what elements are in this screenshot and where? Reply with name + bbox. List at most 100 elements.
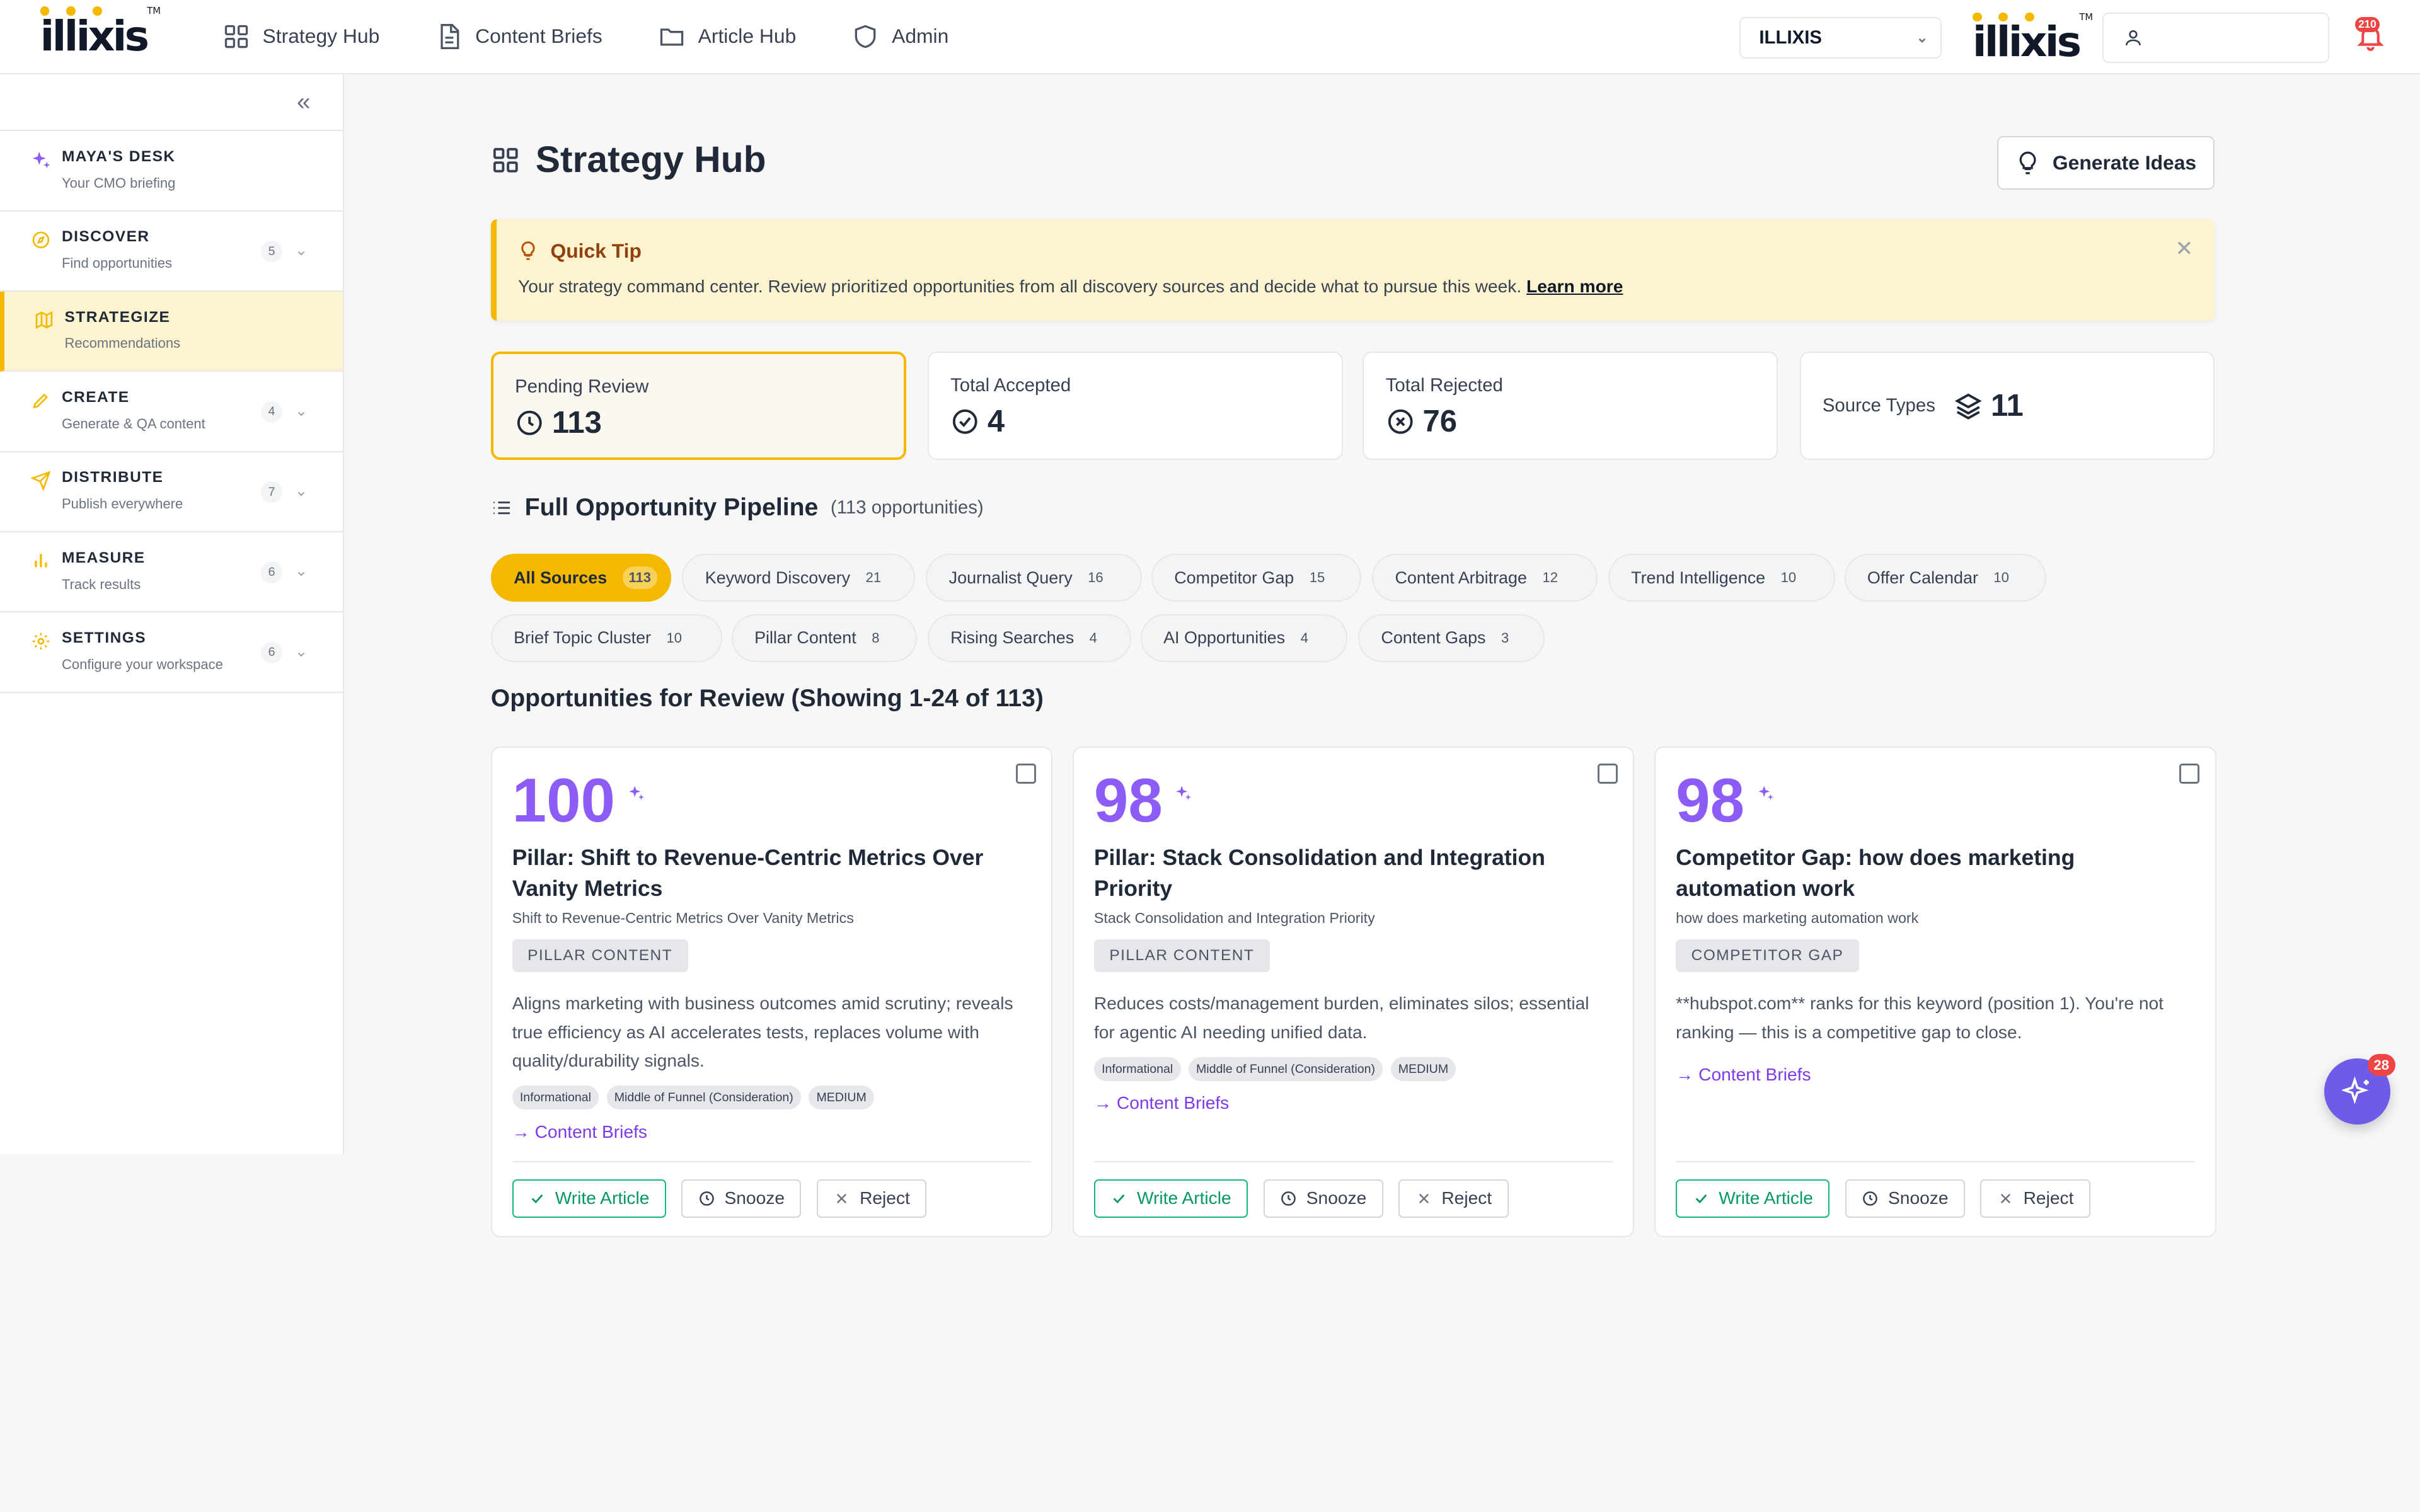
- sidebar-item-count: 6: [260, 561, 283, 583]
- sidebar-item-subtitle: Recommendations: [64, 335, 181, 352]
- learn-more-link[interactable]: Learn more: [1526, 277, 1623, 296]
- filter-chip[interactable]: Competitor Gap 15: [1151, 554, 1362, 602]
- opportunity-card: 98 Pillar: Stack Consolidation and Integ…: [1073, 747, 1635, 1238]
- chevron-down-icon[interactable]: ⌄: [295, 401, 308, 420]
- button-label: Write Article: [1719, 1188, 1813, 1208]
- chip-label: Content Arbitrage: [1395, 568, 1527, 587]
- content-briefs-link[interactable]: → Content Briefs: [1676, 1065, 2195, 1085]
- filter-chip-all-sources[interactable]: All Sources 113: [490, 554, 672, 602]
- sidebar-item-title: MEASURE: [61, 549, 146, 566]
- write-article-button[interactable]: Write Article: [1093, 1179, 1248, 1218]
- collapse-sidebar-button[interactable]: «: [0, 74, 343, 132]
- select-checkbox[interactable]: [1015, 763, 1036, 784]
- filter-chip[interactable]: Brief Topic Cluster 10: [490, 614, 723, 662]
- layers-icon: [1955, 393, 1982, 420]
- ai-assistant-button[interactable]: 28: [2324, 1053, 2395, 1125]
- snooze-button[interactable]: Snooze: [681, 1179, 802, 1218]
- sidebar-item-distribute[interactable]: DISTRIBUTE Publish everywhere 7 ⌄: [0, 452, 343, 532]
- nav-label: Content Briefs: [475, 25, 602, 48]
- button-label: Write Article: [1136, 1188, 1231, 1208]
- notification-badge: 210: [2355, 16, 2380, 33]
- sidebar-item-count: 4: [260, 401, 283, 423]
- lightbulb-icon: [521, 241, 535, 260]
- clock-icon: [699, 1191, 714, 1206]
- write-article-button[interactable]: Write Article: [512, 1179, 666, 1218]
- source-tag: COMPETITOR GAP: [1676, 939, 1859, 973]
- tip-title: Quick Tip: [550, 239, 642, 262]
- nav-strategy-hub[interactable]: Strategy Hub: [222, 23, 379, 50]
- tip-body: Your strategy command center. Review pri…: [518, 276, 1522, 296]
- stat-source-types[interactable]: Source Types 11: [1799, 352, 2215, 460]
- funnel-pill: Middle of Funnel (Consideration): [1188, 1057, 1383, 1081]
- chip-label: AI Opportunities: [1163, 628, 1286, 648]
- intent-pill: Informational: [1093, 1057, 1181, 1081]
- brand-logo[interactable]: illixisTM: [40, 6, 161, 57]
- chip-count: 12: [1542, 570, 1558, 586]
- chevron-down-icon[interactable]: ⌄: [295, 642, 308, 661]
- clock-icon: [1863, 1191, 1878, 1206]
- chip-label: All Sources: [514, 568, 608, 587]
- nav-admin[interactable]: Admin: [851, 23, 948, 50]
- stat-value: 113: [551, 405, 602, 440]
- chevron-down-icon[interactable]: ⌄: [295, 481, 308, 500]
- chip-count: 10: [1993, 570, 2009, 586]
- content-briefs-link[interactable]: → Content Briefs: [1094, 1093, 1613, 1113]
- stat-total-rejected[interactable]: Total Rejected 76: [1363, 352, 1778, 460]
- filter-chip[interactable]: AI Opportunities 4: [1140, 614, 1347, 662]
- nav-content-briefs[interactable]: Content Briefs: [435, 23, 602, 50]
- nav-label: Article Hub: [698, 25, 797, 48]
- client-logo: illixisTM: [1972, 11, 2094, 67]
- pen-icon: [33, 393, 49, 408]
- filter-chip[interactable]: Content Gaps 3: [1358, 614, 1545, 662]
- filter-chip[interactable]: Content Arbitrage 12: [1372, 554, 1598, 602]
- double-chevron-left-icon: «: [296, 88, 311, 115]
- generate-ideas-button[interactable]: Generate Ideas: [1997, 135, 2215, 190]
- sidebar-item-strategize[interactable]: STRATEGIZE Recommendations: [0, 291, 343, 372]
- filter-chip[interactable]: Rising Searches 4: [927, 614, 1132, 662]
- sidebar-item-mayas-desk[interactable]: MAYA'S DESK Your CMO briefing: [0, 131, 343, 212]
- quick-tip-banner: Quick Tip Your strategy command center. …: [490, 219, 2215, 321]
- nav-article-hub[interactable]: Article Hub: [658, 23, 796, 50]
- chip-count: 21: [865, 570, 882, 586]
- content-briefs-link[interactable]: → Content Briefs: [512, 1122, 1032, 1142]
- filter-chip[interactable]: Offer Calendar 10: [1844, 554, 2047, 602]
- filter-chip[interactable]: Keyword Discovery 21: [682, 554, 916, 602]
- sparkle-icon: [1758, 786, 1773, 800]
- opportunity-description: Reduces costs/management burden, elimina…: [1093, 994, 1589, 1042]
- user-menu[interactable]: [2102, 12, 2329, 64]
- chip-count: 3: [1501, 629, 1509, 646]
- document-icon: [441, 23, 459, 49]
- sidebar-item-title: DISCOVER: [61, 228, 150, 246]
- opportunity-subtitle: Shift to Revenue-Centric Metrics Over Va…: [512, 910, 854, 927]
- filter-chip[interactable]: Pillar Content 8: [731, 614, 917, 662]
- sidebar-item-create[interactable]: CREATE Generate & QA content 4 ⌄: [0, 372, 343, 452]
- sidebar-item-discover[interactable]: DISCOVER Find opportunities 5 ⌄: [0, 212, 343, 292]
- stat-pending-review[interactable]: Pending Review 113: [490, 352, 906, 460]
- sidebar-item-settings[interactable]: SETTINGS Configure your workspace 6 ⌄: [0, 612, 343, 693]
- opportunity-subtitle: how does marketing automation work: [1676, 910, 1919, 927]
- close-icon[interactable]: ✕: [2175, 236, 2193, 261]
- chevron-down-icon: ⌄: [1916, 29, 1928, 45]
- filter-chip[interactable]: Trend Intelligence 10: [1608, 554, 1835, 602]
- snooze-button[interactable]: Snooze: [1263, 1179, 1383, 1218]
- chip-label: Brief Topic Cluster: [514, 628, 652, 648]
- reject-button[interactable]: Reject: [1980, 1179, 2090, 1218]
- filter-chip[interactable]: Journalist Query 16: [926, 554, 1143, 602]
- sidebar-item-measure[interactable]: MEASURE Track results 6 ⌄: [0, 532, 343, 613]
- workspace-select[interactable]: ILLIXIS ⌄: [1739, 16, 1942, 59]
- snooze-button[interactable]: Snooze: [1845, 1179, 1965, 1218]
- stat-total-accepted[interactable]: Total Accepted 4: [927, 352, 1343, 460]
- sidebar-item-count: 6: [260, 641, 283, 664]
- select-checkbox[interactable]: [1598, 763, 1618, 784]
- opportunity-score: 98: [1676, 765, 1745, 835]
- chevron-down-icon[interactable]: ⌄: [295, 241, 308, 260]
- compass-icon: [32, 231, 50, 249]
- notifications-button[interactable]: 210: [2355, 16, 2386, 52]
- write-article-button[interactable]: Write Article: [1676, 1179, 1830, 1218]
- pipeline-title: Full Opportunity Pipeline: [524, 493, 819, 521]
- select-checkbox[interactable]: [2179, 763, 2200, 784]
- reject-button[interactable]: Reject: [1398, 1179, 1509, 1218]
- chevron-down-icon[interactable]: ⌄: [295, 561, 308, 580]
- clock-icon: [1281, 1191, 1296, 1206]
- reject-button[interactable]: Reject: [816, 1179, 927, 1218]
